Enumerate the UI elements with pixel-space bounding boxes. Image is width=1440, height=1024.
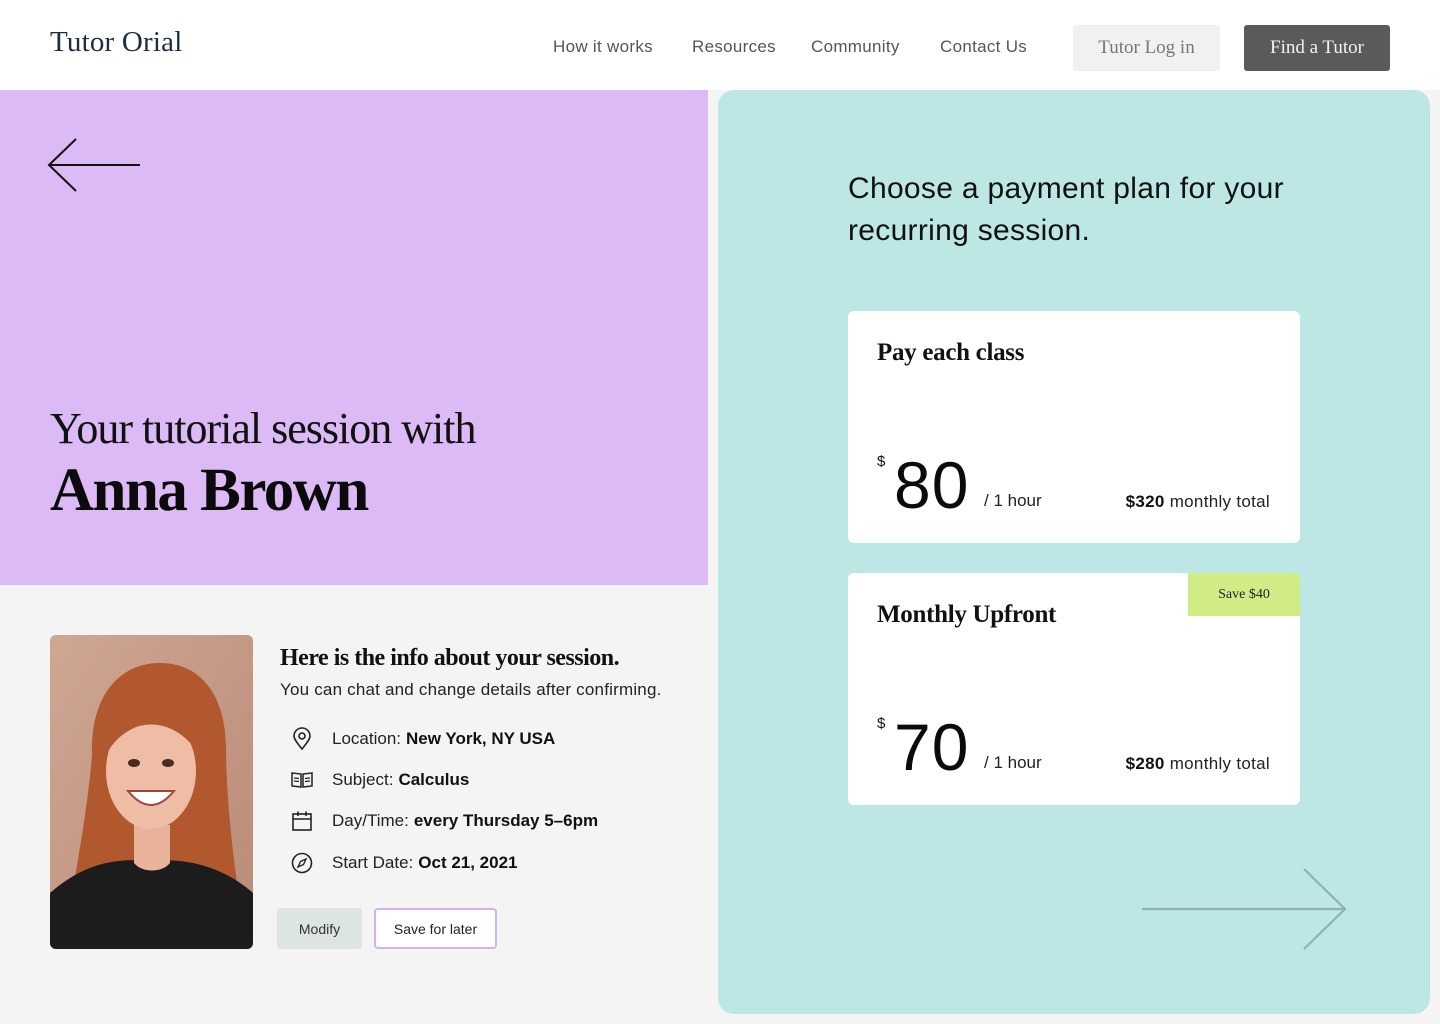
hero-section: Your tutorial session with Anna Brown xyxy=(0,90,708,585)
plan-card-pay-each-class[interactable]: Pay each class $ 80 / 1 hour $320 monthl… xyxy=(848,311,1300,543)
detail-location: Location: New York, NY USA xyxy=(290,726,555,752)
plan-monthly-total: $280 monthly total xyxy=(1125,754,1270,773)
plan-card-monthly-upfront[interactable]: Save $40 Monthly Upfront $ 70 / 1 hour $… xyxy=(848,573,1300,805)
next-arrow-icon[interactable] xyxy=(1140,868,1348,952)
plan-price: 80 xyxy=(894,448,970,522)
find-tutor-button[interactable]: Find a Tutor xyxy=(1244,25,1390,71)
location-pin-icon xyxy=(290,727,314,751)
nav-community[interactable]: Community xyxy=(811,37,900,57)
plan-unit: / 1 hour xyxy=(984,753,1042,772)
detail-day-time: Day/Time: every Thursday 5–6pm xyxy=(290,808,598,834)
plan-name: Monthly Upfront xyxy=(877,601,1057,628)
currency-symbol: $ xyxy=(877,715,886,732)
plan-name: Pay each class xyxy=(877,339,1025,366)
open-book-icon xyxy=(290,768,314,792)
plan-monthly-total: $320 monthly total xyxy=(1125,492,1270,511)
savings-badge: Save $40 xyxy=(1188,573,1300,616)
tutor-photo xyxy=(50,635,253,949)
back-arrow-icon[interactable] xyxy=(46,136,142,194)
nav-how-it-works[interactable]: How it works xyxy=(553,37,653,57)
plan-price: 70 xyxy=(894,710,970,784)
session-info-subtitle: You can chat and change details after co… xyxy=(280,680,662,699)
top-nav-bar: Tutor Orial How it works Resources Commu… xyxy=(0,0,1440,90)
nav-contact-us[interactable]: Contact Us xyxy=(940,37,1027,57)
payment-panel: Choose a payment plan for your recurring… xyxy=(718,90,1430,1014)
plan-unit: / 1 hour xyxy=(984,491,1042,510)
detail-subject: Subject: Calculus xyxy=(290,767,469,793)
nav-resources[interactable]: Resources xyxy=(692,37,776,57)
session-info-title: Here is the info about your session. xyxy=(280,645,620,671)
modify-button[interactable]: Modify xyxy=(277,908,362,949)
detail-start-date: Start Date: Oct 21, 2021 xyxy=(290,850,518,876)
currency-symbol: $ xyxy=(877,453,886,470)
compass-icon xyxy=(290,851,314,875)
payment-title: Choose a payment plan for your recurring… xyxy=(848,172,1284,247)
tutor-name: Anna Brown xyxy=(50,457,369,524)
hero-subtitle: Your tutorial session with xyxy=(50,404,476,453)
calendar-icon xyxy=(290,809,314,833)
save-for-later-button[interactable]: Save for later xyxy=(374,908,497,949)
logo[interactable]: Tutor Orial xyxy=(50,26,182,59)
tutor-login-button[interactable]: Tutor Log in xyxy=(1073,25,1220,71)
